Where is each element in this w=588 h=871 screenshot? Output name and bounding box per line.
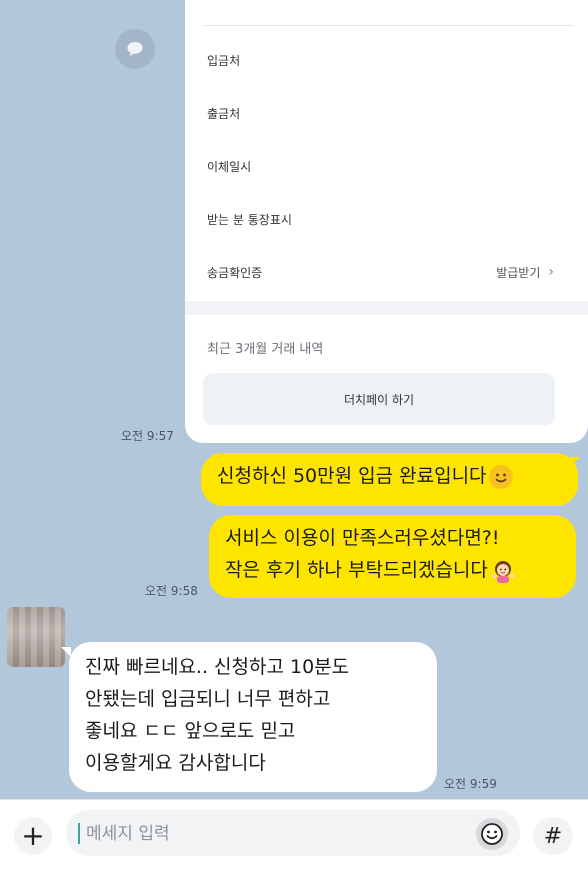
bubble-tail xyxy=(61,647,71,657)
avatar[interactable] xyxy=(7,607,65,667)
message-line: 안됐는데 입금되니 너무 편하고 xyxy=(85,688,331,710)
message-line: 진짜 빠르네요.. 신청하고 10분도 xyxy=(85,656,350,678)
row-recipient-display: 받는 분 통장표시 xyxy=(207,207,554,231)
message-line: 서비스 이용이 만족스러우셨다면?! xyxy=(225,527,500,549)
message-line: 좋네요 ㄷㄷ 앞으로도 믿고 xyxy=(85,720,296,742)
message-input-bar: + # xyxy=(0,799,588,871)
my-message-bubble[interactable]: 서비스 이용이 만족스러우셨다면?! 작은 후기 하나 부탁드리겠습니다 xyxy=(209,515,576,598)
row-withdraw-from: 출금처 xyxy=(207,101,554,125)
share-icon[interactable] xyxy=(115,29,155,69)
smiling-face-icon xyxy=(488,464,513,489)
message-input-container[interactable] xyxy=(66,810,520,858)
add-attachment-button[interactable]: + xyxy=(14,817,52,855)
recent-history-label: 최근 3개월 거래 내역 xyxy=(207,342,324,357)
issue-link[interactable]: 발급받기 xyxy=(496,264,540,281)
row-label: 이체일시 xyxy=(207,159,252,174)
timestamp: 오전 9:58 xyxy=(145,584,198,598)
my-message-bubble[interactable]: 신청하신 50만원 입금 완료입니다 xyxy=(201,453,578,506)
chevron-right-icon: › xyxy=(548,264,554,280)
row-transfer-certificate[interactable]: 송금확인증 발급받기 › xyxy=(207,260,554,284)
hashtag-search-button[interactable]: # xyxy=(533,817,573,855)
row-transfer-datetime: 이체일시 xyxy=(207,154,554,178)
dutch-pay-button[interactable]: 더치페이 하기 xyxy=(203,373,555,425)
row-label: 송금확인증 xyxy=(207,265,263,280)
row-label: 입금처 xyxy=(207,53,241,68)
emoji-icon[interactable] xyxy=(476,818,508,850)
row-label: 출금처 xyxy=(207,106,241,121)
message-text: 신청하신 50만원 입금 완료입니다 xyxy=(217,465,487,487)
timestamp: 오전 9:59 xyxy=(444,777,497,791)
shared-transfer-card[interactable]: 입금처 출금처 이체일시 받는 분 통장표시 송금확인증 발급받기 › 최근 3… xyxy=(185,0,588,443)
row-deposit-to: 입금처 xyxy=(207,48,554,72)
message-line: 이용할게요 감사합니다 xyxy=(85,752,266,774)
bubble-tail xyxy=(570,457,580,467)
divider xyxy=(203,25,574,26)
message-line: 작은 후기 하나 부탁드리겠습니다 xyxy=(225,559,488,581)
message-input[interactable] xyxy=(84,810,468,858)
row-label: 받는 분 통장표시 xyxy=(207,212,292,227)
section-gap xyxy=(185,301,588,315)
received-message-bubble[interactable]: 진짜 빠르네요.. 신청하고 10분도 안됐는데 입금되니 너무 편하고 좋네요… xyxy=(69,642,437,792)
girl-gesture-icon xyxy=(490,558,516,584)
timestamp: 오전 9:57 xyxy=(121,429,174,443)
text-cursor xyxy=(78,823,80,844)
